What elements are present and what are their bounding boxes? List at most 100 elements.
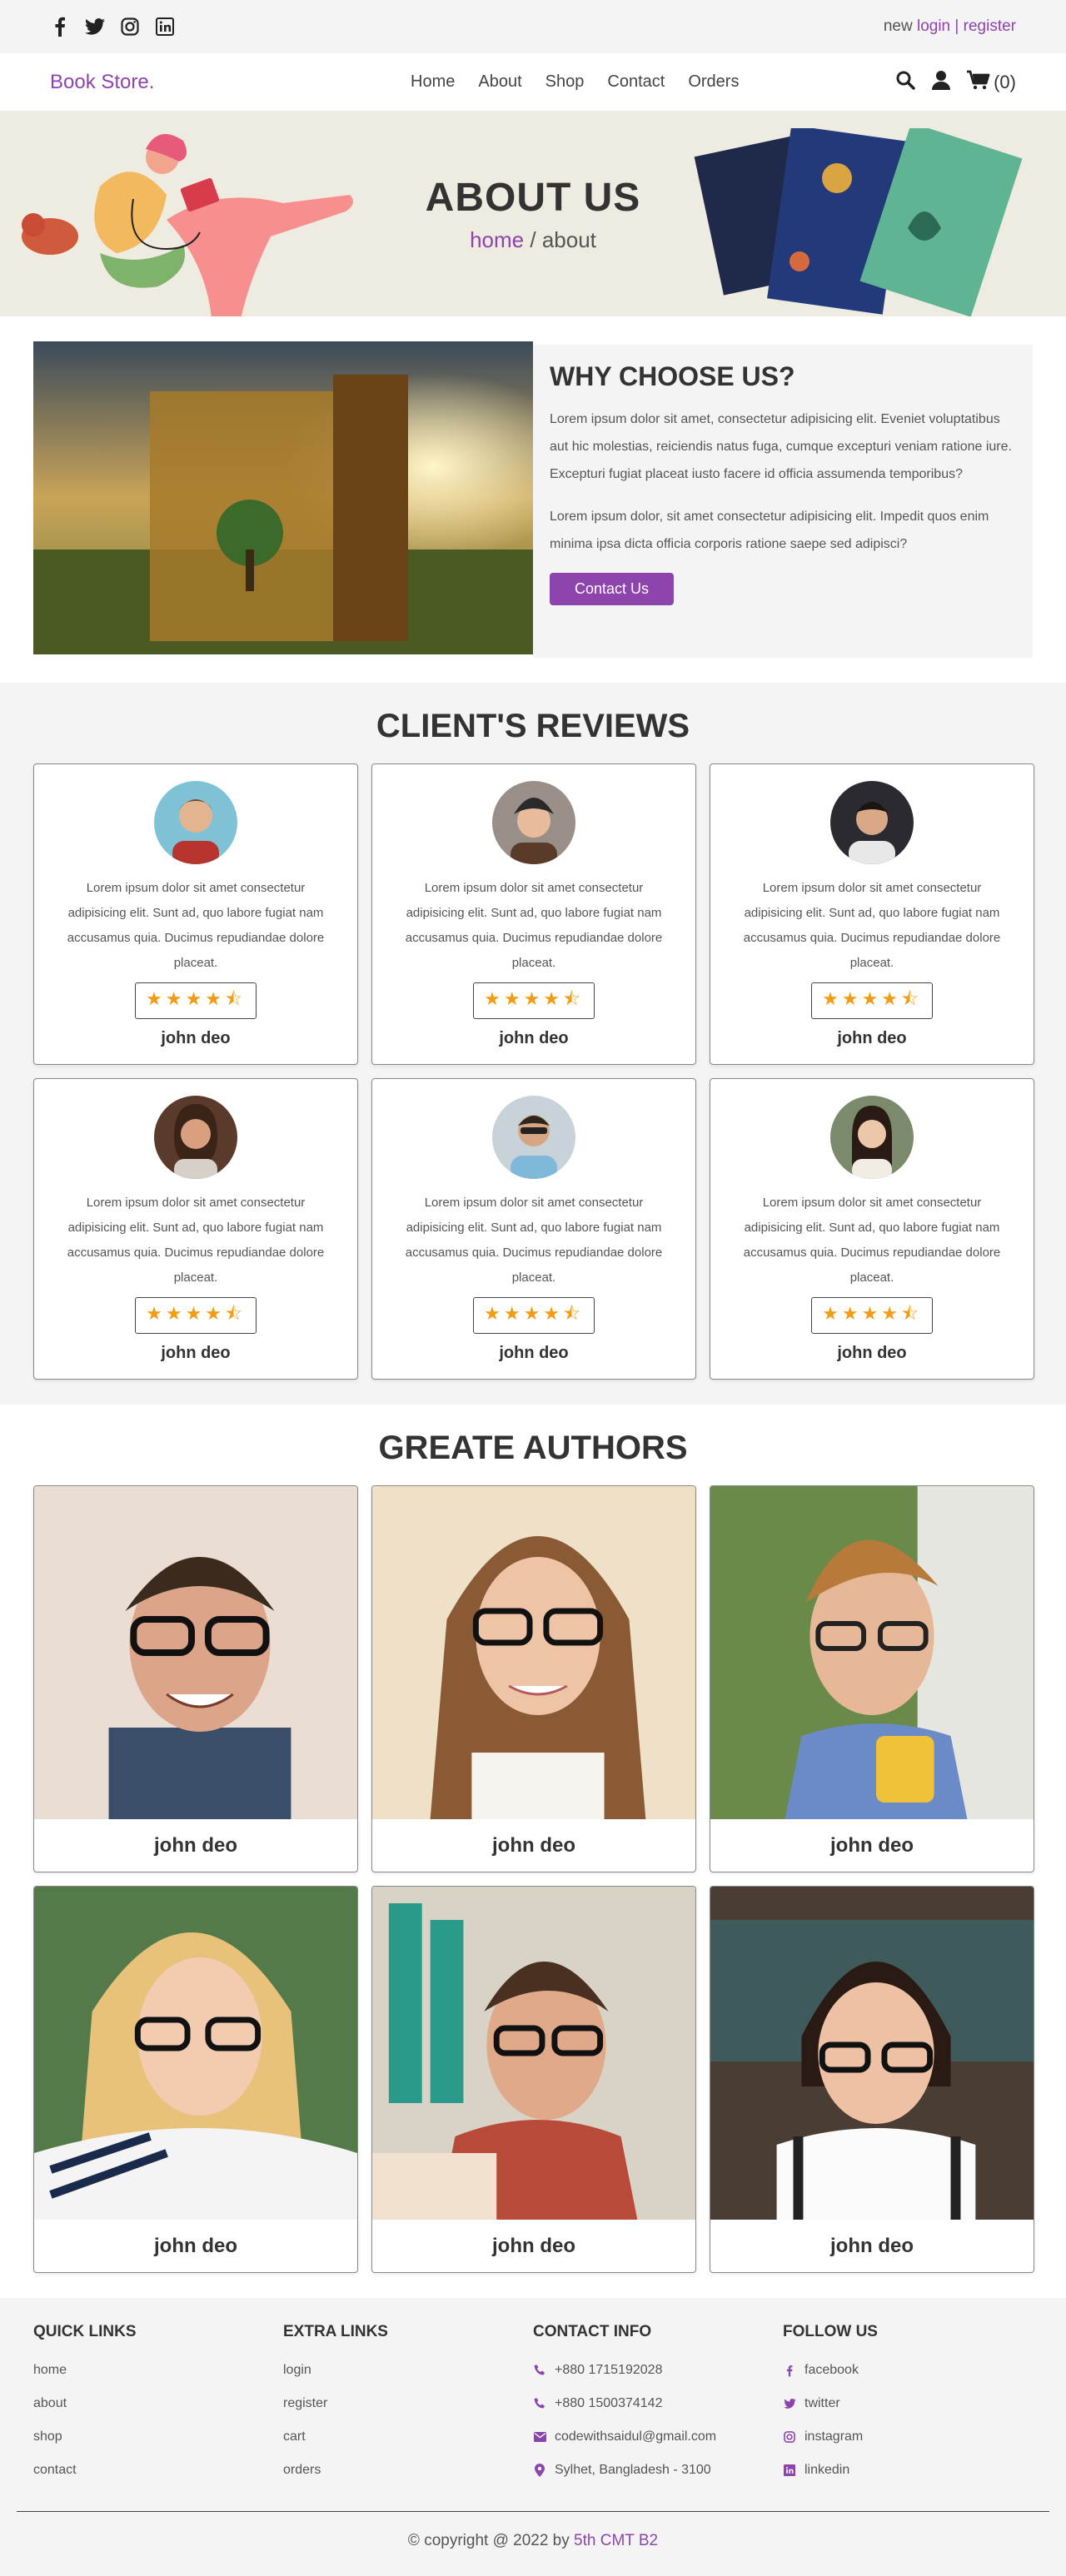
- reviewer-name: john deo: [161, 1029, 231, 1047]
- contact-address: Sylhet, Bangladesh - 3100: [533, 2463, 783, 2478]
- facebook-icon[interactable]: [50, 17, 70, 37]
- nav-about[interactable]: About: [478, 72, 521, 92]
- nav-icons: (0): [895, 70, 1016, 95]
- hero-banner: ABOUT US home / about: [0, 112, 1066, 316]
- copyright-text: © copyright @ 2022 by: [407, 2532, 570, 2549]
- footer-columns: QUICK LINKS home about shop contact EXTR…: [33, 2323, 1033, 2496]
- reviewer-avatar: [492, 781, 575, 864]
- breadcrumb-home[interactable]: home: [470, 227, 524, 252]
- footer-twitter-link[interactable]: twitter: [783, 2396, 1033, 2411]
- contact-phone-2-text: +880 1500374142: [555, 2396, 663, 2410]
- review-card: Lorem ipsum dolor sit amet consectetur a…: [33, 763, 358, 1065]
- envelope-icon: [533, 2432, 546, 2442]
- nav-menu: Home About Shop Contact Orders: [411, 72, 739, 92]
- footer-link-contact[interactable]: contact: [33, 2463, 283, 2478]
- twitter-icon[interactable]: [85, 17, 105, 37]
- author-card: john deo: [371, 1886, 696, 2273]
- footer-link-about[interactable]: about: [33, 2396, 283, 2411]
- contact-phone-1-text: +880 1715192028: [555, 2363, 663, 2377]
- rating-stars: ★★★★⯪: [135, 982, 257, 1019]
- reviewer-avatar: [830, 781, 914, 864]
- footer-link-orders[interactable]: orders: [283, 2463, 533, 2478]
- phone-icon: [533, 2398, 546, 2409]
- author-card: john deo: [33, 1485, 358, 1872]
- author-photo: [34, 1887, 357, 2220]
- quick-links-title: QUICK LINKS: [33, 2323, 137, 2340]
- author-name: john deo: [830, 1833, 914, 1857]
- reviewer-avatar: [154, 1096, 237, 1179]
- author-name: john deo: [492, 2234, 575, 2257]
- nav-home[interactable]: Home: [411, 72, 455, 92]
- facebook-icon: [783, 2365, 796, 2377]
- twitter-icon: [783, 2399, 796, 2409]
- author-photo: [372, 1887, 695, 2220]
- authors-section: GREATE AUTHORS john deo john deo john de…: [0, 1405, 1066, 2298]
- top-bar: new login | register: [0, 0, 1066, 53]
- social-links: [50, 17, 175, 37]
- reviewer-name: john deo: [499, 1029, 569, 1047]
- linkedin-icon: [783, 2464, 796, 2476]
- linkedin-icon[interactable]: [155, 17, 175, 37]
- review-text: Lorem ipsum dolor sit amet consectetur a…: [67, 881, 325, 970]
- footer-link-shop[interactable]: shop: [33, 2429, 283, 2444]
- footer-instagram-text: instagram: [804, 2429, 864, 2444]
- auth-links: new login | register: [884, 17, 1016, 36]
- footer-link-login[interactable]: login: [283, 2363, 533, 2378]
- reviewer-avatar: [154, 781, 237, 864]
- logo[interactable]: Book Store.: [50, 71, 154, 94]
- footer-instagram-link[interactable]: instagram: [783, 2429, 1033, 2444]
- review-card: Lorem ipsum dolor sit amet consectetur a…: [371, 763, 696, 1065]
- author-photo: [34, 1486, 357, 1819]
- author-name: john deo: [154, 1833, 237, 1857]
- map-marker-icon: [533, 2464, 546, 2477]
- review-text: Lorem ipsum dolor sit amet consectetur a…: [405, 881, 663, 970]
- author-card: john deo: [710, 1886, 1034, 2273]
- why-content: WHY CHOOSE US? Lorem ipsum dolor sit ame…: [533, 345, 1033, 658]
- register-link[interactable]: register: [964, 17, 1016, 35]
- contact-phone-2[interactable]: +880 1500374142: [533, 2396, 783, 2411]
- search-icon[interactable]: [895, 70, 915, 95]
- reviewer-name: john deo: [499, 1344, 569, 1362]
- contact-address-text: Sylhet, Bangladesh - 3100: [555, 2463, 711, 2477]
- footer-link-home[interactable]: home: [33, 2363, 283, 2378]
- footer-link-cart[interactable]: cart: [283, 2429, 533, 2444]
- review-card: Lorem ipsum dolor sit amet consectetur a…: [710, 763, 1034, 1065]
- author-photo: [710, 1486, 1034, 1819]
- contact-us-button[interactable]: Contact Us: [550, 573, 675, 605]
- rating-stars: ★★★★⯪: [811, 982, 933, 1019]
- cart-link[interactable]: (0): [967, 70, 1016, 95]
- instagram-icon[interactable]: [120, 17, 140, 37]
- user-icon[interactable]: [932, 70, 951, 95]
- review-text: Lorem ipsum dolor sit amet consectetur a…: [743, 1196, 1001, 1285]
- nav-orders[interactable]: Orders: [688, 72, 739, 92]
- reviewer-avatar: [492, 1096, 575, 1179]
- nav-shop[interactable]: Shop: [545, 72, 585, 92]
- footer-facebook-text: facebook: [804, 2363, 859, 2377]
- cart-icon: [967, 70, 990, 95]
- contact-phone-1[interactable]: +880 1715192028: [533, 2363, 783, 2378]
- login-link[interactable]: login: [917, 17, 950, 35]
- review-text: Lorem ipsum dolor sit amet consectetur a…: [405, 1196, 663, 1285]
- nav-contact[interactable]: Contact: [607, 72, 665, 92]
- contact-email[interactable]: codewithsaidul@gmail.com: [533, 2429, 783, 2444]
- follow-us: FOLLOW US facebook twitter instagram lin…: [783, 2323, 1033, 2496]
- footer-link-register[interactable]: register: [283, 2396, 533, 2411]
- footer-linkedin-link[interactable]: linkedin: [783, 2463, 1033, 2478]
- reviewer-name: john deo: [161, 1344, 231, 1362]
- copyright-brand: 5th CMT B2: [574, 2532, 659, 2549]
- contact-info-title: CONTACT INFO: [533, 2323, 652, 2340]
- author-name: john deo: [492, 1833, 575, 1857]
- contact-email-text: codewithsaidul@gmail.com: [555, 2429, 717, 2444]
- why-paragraph-2: Lorem ipsum dolor, sit amet consectetur …: [550, 510, 989, 551]
- extra-links-title: EXTRA LINKS: [283, 2323, 388, 2340]
- footer-facebook-link[interactable]: facebook: [783, 2363, 1033, 2378]
- reviewer-name: john deo: [837, 1344, 907, 1362]
- page-title: ABOUT US: [425, 176, 641, 220]
- new-label: new: [883, 17, 913, 35]
- reviews-grid: Lorem ipsum dolor sit amet consectetur a…: [33, 763, 1034, 1380]
- authors-title: GREATE AUTHORS: [378, 1430, 688, 1466]
- why-paragraph-1: Lorem ipsum dolor sit amet, consectetur …: [550, 412, 1012, 481]
- phone-icon: [533, 2365, 546, 2376]
- why-choose-section: WHY CHOOSE US? Lorem ipsum dolor sit ame…: [0, 316, 1066, 683]
- author-photo: [372, 1486, 695, 1819]
